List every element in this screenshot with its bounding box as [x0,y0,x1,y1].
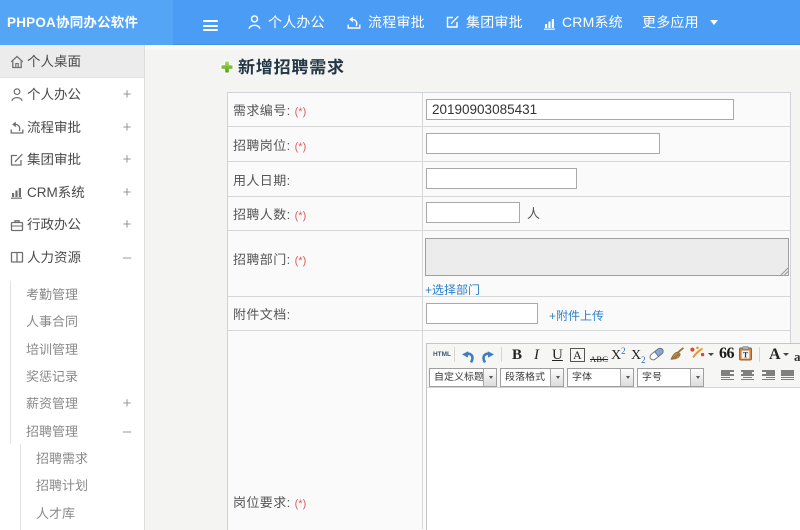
svg-text:T: T [743,350,749,359]
